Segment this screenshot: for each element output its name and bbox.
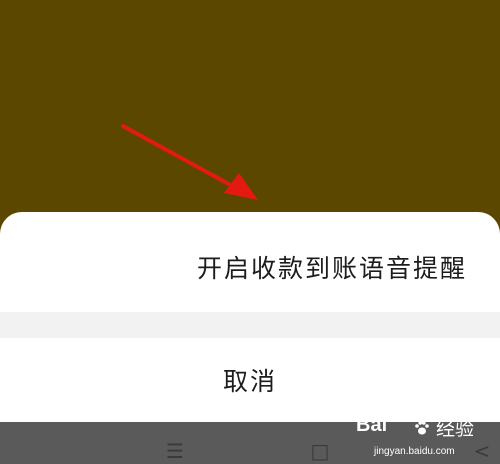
action-sheet: 开启收款到账语音提醒 取消 — [0, 212, 500, 422]
screen: 开启收款到账语音提醒 取消 ☰ □ < Bai 经验 jingyan.baidu… — [0, 0, 500, 464]
enable-voice-reminder-option[interactable]: 开启收款到账语音提醒 — [0, 212, 500, 312]
sheet-divider — [0, 312, 500, 338]
home-icon[interactable]: □ — [300, 438, 340, 464]
baidu-jingyan-watermark: Bai 经验 jingyan.baidu.com — [356, 412, 496, 457]
watermark-logo: Bai — [356, 414, 388, 436]
watermark-title: 经验 — [436, 418, 475, 440]
watermark-url: jingyan.baidu.com — [374, 446, 455, 457]
cancel-button[interactable]: 取消 — [0, 338, 500, 422]
menu-icon[interactable]: ☰ — [155, 438, 195, 464]
paw-icon — [415, 421, 429, 435]
